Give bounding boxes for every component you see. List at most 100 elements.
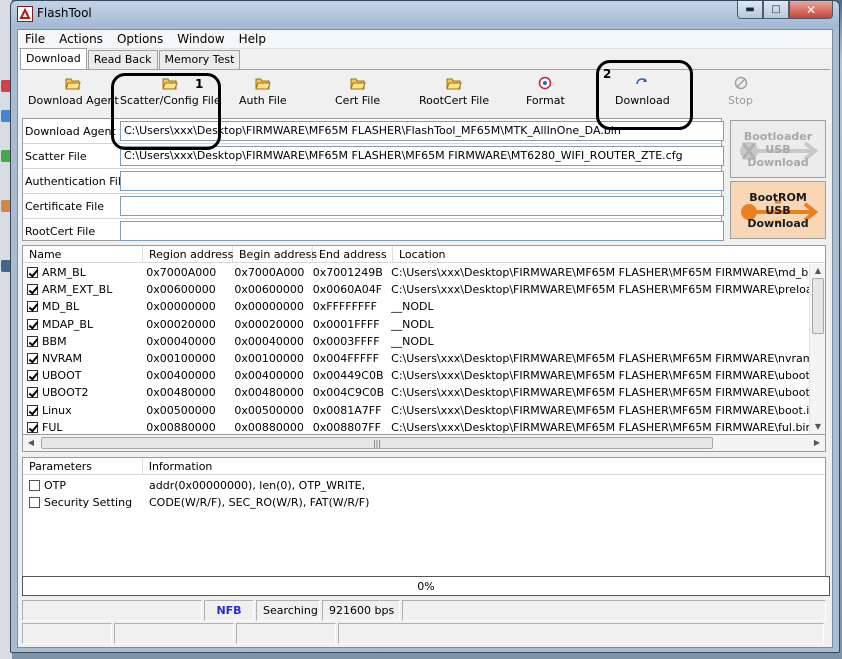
window-title: FlashTool <box>37 6 92 20</box>
region-checkbox[interactable] <box>27 335 38 347</box>
region-checkbox[interactable] <box>27 318 38 330</box>
otp-checkbox[interactable] <box>29 480 40 491</box>
title-bar[interactable]: FlashTool ▬ □ ✕ <box>11 1 839 27</box>
begin-address-cell-text: 0x00100000 <box>234 352 304 366</box>
maximize-button[interactable]: □ <box>763 1 789 19</box>
region-name-cell-text: FUL <box>42 420 63 434</box>
horizontal-scroll-thumb[interactable]: ||| <box>41 437 713 449</box>
table-row[interactable]: ARM_BL 0x7000A000 0x7000A000 0x7001249B C:\U… <box>23 264 809 281</box>
col-parameters[interactable]: Parameters <box>23 458 143 474</box>
region-checkbox[interactable] <box>27 370 38 382</box>
table-row[interactable]: ARM_EXT_BL 0x00600000 0x00600000 0x0060A04F… <box>23 281 809 298</box>
table-row[interactable]: MDAP_BL 0x00020000 0x00020000 0x0001FFFF __N… <box>23 316 809 333</box>
table-row[interactable]: UBOOT2 0x00480000 0x00480000 0x004C9C0B C:\U… <box>23 384 809 401</box>
begin-address-cell: 0x00040000 <box>228 335 306 348</box>
scroll-right-icon[interactable]: ▶ <box>809 436 825 450</box>
rootcert-file-field[interactable] <box>120 221 724 241</box>
end-address-cell-text: 0x7001249B <box>312 266 383 280</box>
scatter-file-row: Scatter File C:\Users\xxx\Desktop\FIRMWA… <box>23 144 724 169</box>
scroll-down-icon[interactable]: ▼ <box>810 420 825 434</box>
close-button[interactable]: ✕ <box>789 1 833 19</box>
app-icon[interactable] <box>17 6 33 22</box>
table-row[interactable]: BBM 0x00040000 0x00040000 0x0003FFFF __NODL <box>23 333 809 350</box>
certificate-file-row: Certificate File <box>23 194 724 219</box>
bootrom-usb-download-button[interactable]: BootROM USB Download <box>730 181 826 239</box>
col-end-address[interactable]: End address <box>313 246 393 263</box>
bootloader-usb-download-button[interactable]: Bootloader USB Download <box>730 120 826 178</box>
end-address-cell-text: 0x0003FFFF <box>312 334 380 348</box>
horizontal-scrollbar[interactable]: ◀ ||| ▶ <box>22 435 826 452</box>
end-address-cell-text: 0x004C9C0B <box>312 386 385 400</box>
bootrom-line-3: Download <box>747 216 809 230</box>
col-begin-address[interactable]: Begin address <box>233 246 317 263</box>
table-row[interactable]: Linux 0x00500000 0x00500000 0x0081A7FF C:\Us… <box>23 402 809 419</box>
table-row[interactable]: UBOOT 0x00400000 0x00400000 0x00449C0B C:\Us… <box>23 367 809 384</box>
region-checkbox[interactable] <box>27 387 38 399</box>
security-setting-checkbox[interactable] <box>29 497 40 508</box>
minimize-icon: ▬ <box>745 4 755 15</box>
region-address-cell-text: 0x00040000 <box>146 334 216 348</box>
vertical-scrollbar[interactable]: ▲ ▼ <box>809 264 825 434</box>
download-agent-path-field[interactable]: C:\Users\xxx\Desktop\FIRMWARE\MF65M FLAS… <box>120 121 724 141</box>
region-checkbox[interactable] <box>27 284 38 296</box>
end-address-cell: 0x008807FF <box>307 421 385 434</box>
region-checkbox[interactable] <box>27 421 38 433</box>
flashtool-window: FlashTool ▬ □ ✕ File Actions Options Win… <box>10 0 840 653</box>
begin-address-cell-text: 0x00020000 <box>234 317 304 331</box>
scatter-file-path-field[interactable]: C:\Users\xxx\Desktop\FIRMWARE\MF65M FLAS… <box>120 146 724 166</box>
status2-seg-3 <box>236 623 336 644</box>
location-cell: __NODL <box>385 300 809 313</box>
begin-address-cell: 0x00500000 <box>228 404 306 417</box>
tab-download[interactable]: Download <box>20 48 87 69</box>
col-name[interactable]: Name <box>23 246 143 263</box>
status-empty-2 <box>402 600 826 621</box>
region-address-cell-text: 0x00000000 <box>146 300 216 314</box>
region-address-cell-text: 0x00600000 <box>146 283 216 297</box>
menu-options[interactable]: Options <box>110 32 170 46</box>
col-information[interactable]: Information <box>143 458 825 474</box>
download-agent-button[interactable]: Download Agent <box>28 76 119 112</box>
menu-actions[interactable]: Actions <box>52 32 110 46</box>
scatter-config-file-button[interactable]: Scatter/Config File <box>120 76 221 112</box>
certificate-file-field[interactable] <box>120 196 724 216</box>
table-row[interactable]: NVRAM 0x00100000 0x00100000 0x004FFFFF C:\Us… <box>23 350 809 367</box>
minimize-button[interactable]: ▬ <box>737 1 763 19</box>
location-cell: __NODL <box>385 318 809 331</box>
scroll-up-icon[interactable]: ▲ <box>810 264 825 278</box>
col-region-address[interactable]: Region address <box>143 246 233 263</box>
begin-address-cell: 0x00600000 <box>228 283 306 296</box>
vertical-scroll-thumb[interactable] <box>812 278 824 334</box>
scatter-config-file-label: Scatter/Config File <box>120 94 221 107</box>
tab-read-back[interactable]: Read Back <box>87 50 158 69</box>
location-cell-text: __NODL <box>391 334 434 348</box>
region-address-cell-text: 0x00480000 <box>146 386 216 400</box>
begin-address-cell: 0x00880000 <box>228 421 306 434</box>
status-state: Searching <box>256 600 320 621</box>
status-empty-1 <box>22 600 202 621</box>
menu-file[interactable]: File <box>18 32 52 46</box>
rootcert-file-button[interactable]: RootCert File <box>419 76 489 112</box>
format-button[interactable]: Format <box>526 76 565 112</box>
authentication-file-field[interactable] <box>120 171 724 191</box>
param-name: OTP <box>44 479 67 492</box>
tab-memory-test[interactable]: Memory Test <box>158 50 241 69</box>
annotation-number-2: 2 <box>603 67 612 81</box>
stop-button[interactable]: Stop <box>728 76 753 112</box>
param-row-otp[interactable]: OTP addr(0x00000000), len(0), OTP_WRITE, <box>23 477 825 494</box>
region-checkbox[interactable] <box>27 404 38 416</box>
col-location[interactable]: Location <box>393 246 825 263</box>
table-row[interactable]: MD_BL 0x00000000 0x00000000 0xFFFFFFFF __NOD… <box>23 298 809 315</box>
region-address-cell: 0x00600000 <box>140 283 228 296</box>
scroll-left-icon[interactable]: ◀ <box>23 436 39 450</box>
table-row[interactable]: FUL 0x00880000 0x00880000 0x008807FF C:\User… <box>23 419 809 434</box>
region-checkbox[interactable] <box>27 267 38 279</box>
menu-help[interactable]: Help <box>232 32 273 46</box>
region-checkbox[interactable] <box>27 353 38 365</box>
cert-file-button[interactable]: Cert File <box>335 76 380 112</box>
param-row-security[interactable]: Security Setting CODE(W/R/F), SEC_RO(W/R… <box>23 494 825 511</box>
download-button[interactable]: Download <box>615 76 670 112</box>
auth-file-button[interactable]: Auth File <box>239 76 287 112</box>
menu-window[interactable]: Window <box>170 32 231 46</box>
region-checkbox[interactable] <box>27 301 38 313</box>
folder-open-icon <box>255 78 271 90</box>
